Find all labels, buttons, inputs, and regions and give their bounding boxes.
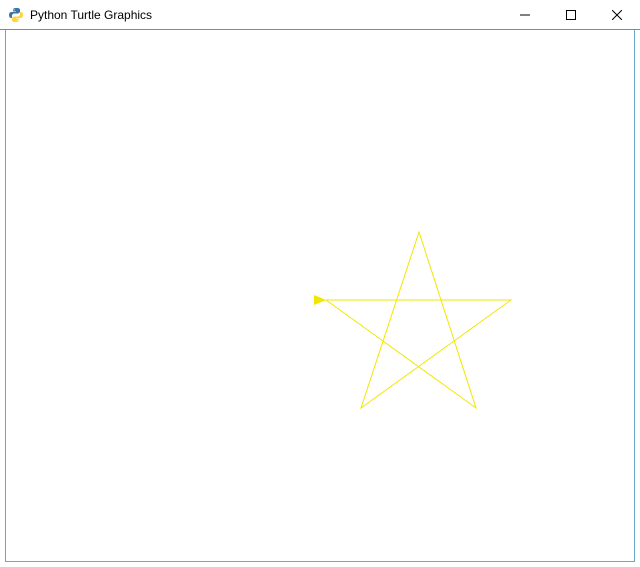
turtle-canvas — [6, 30, 636, 562]
canvas-area — [5, 30, 635, 562]
close-button[interactable] — [594, 0, 640, 29]
window-title: Python Turtle Graphics — [30, 8, 502, 22]
titlebar[interactable]: Python Turtle Graphics — [0, 0, 640, 30]
window-controls — [502, 0, 640, 29]
maximize-button[interactable] — [548, 0, 594, 29]
minimize-button[interactable] — [502, 0, 548, 29]
turtle-cursor — [314, 295, 326, 305]
python-icon — [8, 7, 24, 23]
app-window: Python Turtle Graphics — [0, 0, 640, 567]
star-path — [326, 232, 511, 408]
